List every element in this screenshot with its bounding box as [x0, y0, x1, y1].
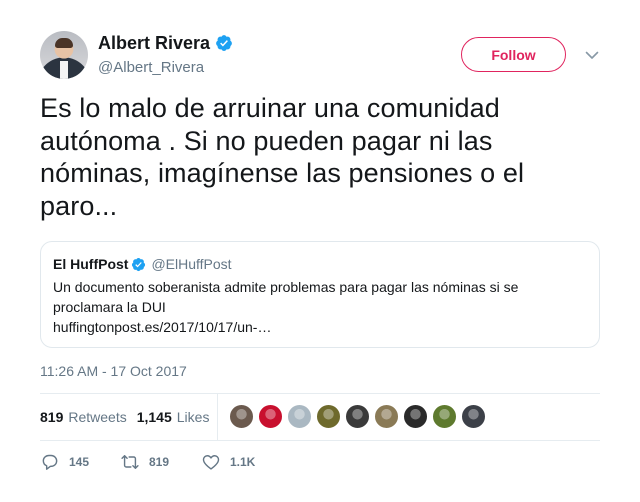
retweet-count: 819	[149, 455, 170, 469]
user-block: Albert Rivera @Albert_Rivera	[98, 33, 233, 76]
liker-avatar[interactable]	[461, 404, 486, 429]
retweets-stat[interactable]: 819 Retweets	[40, 409, 127, 425]
quote-link[interactable]: huffingtonpost.es/2017/10/17/un-…	[53, 319, 271, 335]
avatar-hair	[55, 38, 73, 48]
retweet-icon	[121, 455, 139, 469]
liker-avatar[interactable]	[345, 404, 370, 429]
quoted-tweet[interactable]: El HuffPost @ElHuffPost Un documento sob…	[40, 241, 600, 348]
verified-icon	[216, 35, 232, 51]
liker-avatar[interactable]	[432, 404, 457, 429]
avatar[interactable]	[40, 31, 88, 79]
like-count: 1.1K	[230, 455, 256, 469]
tweet-text: Es lo malo de arruinar una comunidad aut…	[40, 93, 525, 221]
quote-header: El HuffPost @ElHuffPost	[53, 255, 587, 273]
liker-avatar[interactable]	[374, 404, 399, 429]
liker-avatar[interactable]	[258, 404, 283, 429]
display-name[interactable]: Albert Rivera	[98, 33, 210, 54]
tweet-actions: 145 819 1.1K	[40, 452, 281, 472]
avatar-shirt	[60, 61, 68, 79]
divider	[40, 440, 600, 441]
name-row: Albert Rivera	[98, 33, 233, 53]
reply-button[interactable]: 145	[40, 452, 120, 472]
verified-icon	[132, 257, 146, 271]
reply-count: 145	[69, 455, 90, 469]
retweet-button[interactable]: 819	[120, 452, 201, 472]
likes-stat[interactable]: 1,145 Likes	[137, 409, 210, 425]
likes-label: Likes	[176, 409, 210, 425]
quote-author-handle: @ElHuffPost	[151, 256, 232, 272]
liker-avatar[interactable]	[403, 404, 428, 429]
chevron-down-icon[interactable]	[584, 47, 600, 63]
follow-button[interactable]: Follow	[461, 37, 566, 72]
quote-text: Un documento soberanista admite problema…	[53, 277, 573, 337]
stats-separator	[217, 394, 218, 440]
liker-avatar[interactable]	[287, 404, 312, 429]
tweet-card: Albert Rivera @Albert_Rivera Follow Es l…	[0, 0, 640, 502]
tweet-stats: 819 Retweets 1,145 Likes	[40, 394, 600, 440]
quote-author-name: El HuffPost	[53, 256, 129, 272]
likes-count: 1,145	[136, 409, 172, 425]
retweets-label: Retweets	[68, 409, 127, 425]
like-button[interactable]: 1.1K	[201, 452, 281, 472]
user-handle[interactable]: @Albert_Rivera	[98, 59, 233, 76]
heart-icon	[202, 455, 220, 470]
liker-avatar[interactable]	[229, 404, 254, 429]
retweets-count: 819	[40, 409, 64, 425]
liker-avatar[interactable]	[316, 404, 341, 429]
reply-icon	[42, 454, 58, 470]
quote-body: Un documento soberanista admite problema…	[53, 279, 519, 315]
liker-avatars	[229, 404, 490, 429]
timestamp[interactable]: 11:26 AM - 17 Oct 2017	[40, 363, 187, 379]
